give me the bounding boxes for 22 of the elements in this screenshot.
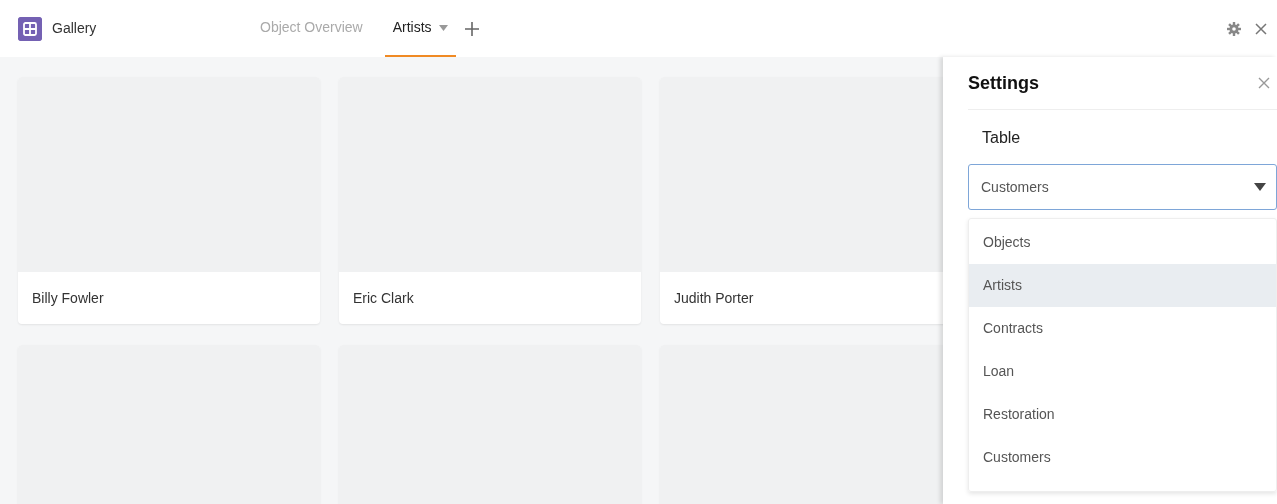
dropdown-option[interactable]: Loan [969, 350, 1276, 393]
dropdown-option[interactable]: Contracts [969, 307, 1276, 350]
gallery-card[interactable]: Eric Clark [339, 77, 641, 324]
app-title: Gallery [52, 19, 98, 38]
dropdown-option[interactable]: Artists [969, 264, 1276, 307]
panel-title: Settings [968, 71, 1039, 95]
dropdown-option[interactable]: Objects [969, 221, 1276, 264]
dropdown-option[interactable]: Restoration [969, 393, 1276, 436]
field-label: Table [982, 128, 1022, 148]
caret-icon [1254, 183, 1266, 191]
card-title: Judith Porter [674, 288, 754, 308]
card-title: Eric Clark [353, 288, 414, 308]
add-tab-button[interactable] [462, 19, 481, 38]
grid-logo-icon [18, 16, 42, 41]
dropdown-option[interactable]: Customers [969, 436, 1276, 479]
settings-icon[interactable] [1227, 21, 1241, 36]
close-icon[interactable] [1255, 22, 1267, 35]
table-select[interactable]: Customers [968, 164, 1277, 210]
card-title: Billy Fowler [32, 288, 104, 308]
gallery-card[interactable]: Billy Fowler [18, 77, 320, 324]
close-icon[interactable] [1258, 77, 1270, 89]
caret-icon [438, 24, 448, 31]
